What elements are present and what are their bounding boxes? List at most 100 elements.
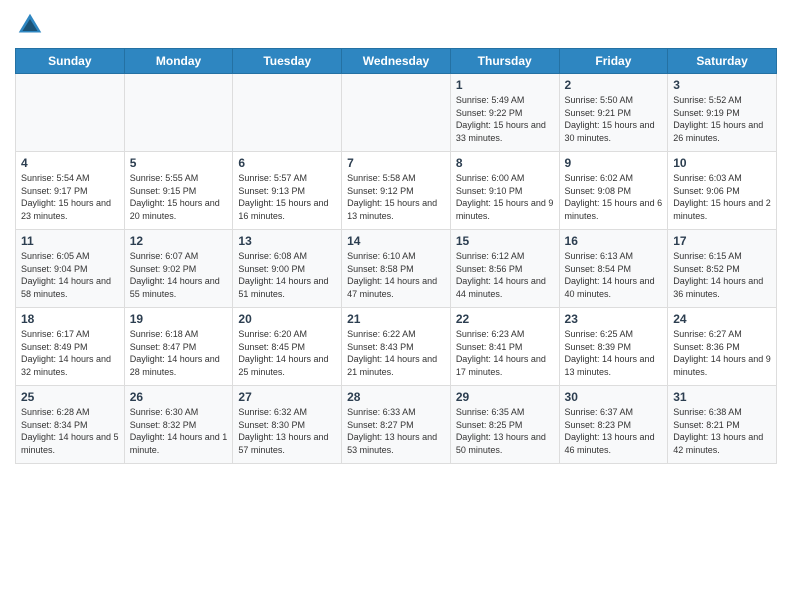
day-number: 3 <box>673 78 771 92</box>
calendar-cell: 28 Sunrise: 6:33 AM Sunset: 8:27 PM Dayli… <box>342 386 451 464</box>
day-info: Sunrise: 6:10 AM Sunset: 8:58 PM Dayligh… <box>347 250 445 300</box>
day-number: 6 <box>238 156 336 170</box>
weekday-header: Saturday <box>668 49 777 74</box>
day-number: 2 <box>565 78 663 92</box>
day-info: Sunrise: 6:12 AM Sunset: 8:56 PM Dayligh… <box>456 250 554 300</box>
calendar-cell: 25 Sunrise: 6:28 AM Sunset: 8:34 PM Dayli… <box>16 386 125 464</box>
day-info: Sunrise: 6:28 AM Sunset: 8:34 PM Dayligh… <box>21 406 119 456</box>
day-info: Sunrise: 5:58 AM Sunset: 9:12 PM Dayligh… <box>347 172 445 222</box>
page: SundayMondayTuesdayWednesdayThursdayFrid… <box>0 0 792 612</box>
calendar-table: SundayMondayTuesdayWednesdayThursdayFrid… <box>15 48 777 464</box>
day-number: 18 <box>21 312 119 326</box>
calendar-cell: 21 Sunrise: 6:22 AM Sunset: 8:43 PM Dayli… <box>342 308 451 386</box>
day-number: 21 <box>347 312 445 326</box>
day-info: Sunrise: 6:07 AM Sunset: 9:02 PM Dayligh… <box>130 250 228 300</box>
weekday-header: Thursday <box>450 49 559 74</box>
logo-icon <box>15 10 45 40</box>
weekday-header-row: SundayMondayTuesdayWednesdayThursdayFrid… <box>16 49 777 74</box>
calendar-week-row: 25 Sunrise: 6:28 AM Sunset: 8:34 PM Dayli… <box>16 386 777 464</box>
calendar-cell: 12 Sunrise: 6:07 AM Sunset: 9:02 PM Dayli… <box>124 230 233 308</box>
day-info: Sunrise: 6:08 AM Sunset: 9:00 PM Dayligh… <box>238 250 336 300</box>
calendar-cell: 23 Sunrise: 6:25 AM Sunset: 8:39 PM Dayli… <box>559 308 668 386</box>
day-number: 26 <box>130 390 228 404</box>
calendar-cell <box>124 74 233 152</box>
day-number: 14 <box>347 234 445 248</box>
day-number: 10 <box>673 156 771 170</box>
weekday-header: Tuesday <box>233 49 342 74</box>
day-number: 11 <box>21 234 119 248</box>
day-info: Sunrise: 5:49 AM Sunset: 9:22 PM Dayligh… <box>456 94 554 144</box>
day-info: Sunrise: 6:30 AM Sunset: 8:32 PM Dayligh… <box>130 406 228 456</box>
day-number: 27 <box>238 390 336 404</box>
day-number: 12 <box>130 234 228 248</box>
day-number: 31 <box>673 390 771 404</box>
calendar-cell: 16Sunrise: 6:13 AM Sunset: 8:54 PM Dayli… <box>559 230 668 308</box>
day-info: Sunrise: 6:18 AM Sunset: 8:47 PM Dayligh… <box>130 328 228 378</box>
calendar-cell: 9Sunrise: 6:02 AM Sunset: 9:08 PM Daylig… <box>559 152 668 230</box>
calendar-cell: 31 Sunrise: 6:38 AM Sunset: 8:21 PM Dayli… <box>668 386 777 464</box>
day-info: Sunrise: 5:55 AM Sunset: 9:15 PM Dayligh… <box>130 172 228 222</box>
day-number: 25 <box>21 390 119 404</box>
calendar-cell: 24Sunrise: 6:27 AM Sunset: 8:36 PM Dayli… <box>668 308 777 386</box>
day-info: Sunrise: 6:33 AM Sunset: 8:27 PM Dayligh… <box>347 406 445 456</box>
calendar-cell: 5 Sunrise: 5:55 AM Sunset: 9:15 PM Daylig… <box>124 152 233 230</box>
day-info: Sunrise: 6:32 AM Sunset: 8:30 PM Dayligh… <box>238 406 336 456</box>
calendar-cell: 10 Sunrise: 6:03 AM Sunset: 9:06 PM Dayli… <box>668 152 777 230</box>
calendar-cell: 30 Sunrise: 6:37 AM Sunset: 8:23 PM Dayli… <box>559 386 668 464</box>
day-number: 24 <box>673 312 771 326</box>
calendar-cell <box>233 74 342 152</box>
calendar-cell: 26 Sunrise: 6:30 AM Sunset: 8:32 PM Dayli… <box>124 386 233 464</box>
day-number: 29 <box>456 390 554 404</box>
calendar-cell: 4 Sunrise: 5:54 AM Sunset: 9:17 PM Daylig… <box>16 152 125 230</box>
day-info: Sunrise: 6:23 AM Sunset: 8:41 PM Dayligh… <box>456 328 554 378</box>
day-number: 8 <box>456 156 554 170</box>
calendar-cell: 15 Sunrise: 6:12 AM Sunset: 8:56 PM Dayli… <box>450 230 559 308</box>
weekday-header: Wednesday <box>342 49 451 74</box>
calendar-cell: 18 Sunrise: 6:17 AM Sunset: 8:49 PM Dayli… <box>16 308 125 386</box>
calendar-week-row: 18 Sunrise: 6:17 AM Sunset: 8:49 PM Dayli… <box>16 308 777 386</box>
day-number: 16 <box>565 234 663 248</box>
calendar-cell: 6Sunrise: 5:57 AM Sunset: 9:13 PM Daylig… <box>233 152 342 230</box>
day-number: 28 <box>347 390 445 404</box>
calendar-cell: 27 Sunrise: 6:32 AM Sunset: 8:30 PM Dayli… <box>233 386 342 464</box>
day-number: 23 <box>565 312 663 326</box>
day-number: 5 <box>130 156 228 170</box>
header <box>15 10 777 40</box>
day-info: Sunrise: 6:05 AM Sunset: 9:04 PM Dayligh… <box>21 250 119 300</box>
day-info: Sunrise: 6:22 AM Sunset: 8:43 PM Dayligh… <box>347 328 445 378</box>
day-info: Sunrise: 5:50 AM Sunset: 9:21 PM Dayligh… <box>565 94 663 144</box>
day-info: Sunrise: 6:03 AM Sunset: 9:06 PM Dayligh… <box>673 172 771 222</box>
calendar-week-row: 4 Sunrise: 5:54 AM Sunset: 9:17 PM Daylig… <box>16 152 777 230</box>
calendar-cell: 7 Sunrise: 5:58 AM Sunset: 9:12 PM Daylig… <box>342 152 451 230</box>
day-number: 30 <box>565 390 663 404</box>
calendar-cell: 19Sunrise: 6:18 AM Sunset: 8:47 PM Dayli… <box>124 308 233 386</box>
day-info: Sunrise: 6:15 AM Sunset: 8:52 PM Dayligh… <box>673 250 771 300</box>
day-info: Sunrise: 5:54 AM Sunset: 9:17 PM Dayligh… <box>21 172 119 222</box>
day-info: Sunrise: 6:25 AM Sunset: 8:39 PM Dayligh… <box>565 328 663 378</box>
weekday-header: Monday <box>124 49 233 74</box>
calendar-cell: 17Sunrise: 6:15 AM Sunset: 8:52 PM Dayli… <box>668 230 777 308</box>
day-info: Sunrise: 6:38 AM Sunset: 8:21 PM Dayligh… <box>673 406 771 456</box>
day-info: Sunrise: 5:52 AM Sunset: 9:19 PM Dayligh… <box>673 94 771 144</box>
logo <box>15 10 49 40</box>
day-number: 20 <box>238 312 336 326</box>
day-info: Sunrise: 6:00 AM Sunset: 9:10 PM Dayligh… <box>456 172 554 222</box>
weekday-header: Sunday <box>16 49 125 74</box>
calendar-cell: 14 Sunrise: 6:10 AM Sunset: 8:58 PM Dayli… <box>342 230 451 308</box>
calendar-cell: 3 Sunrise: 5:52 AM Sunset: 9:19 PM Daylig… <box>668 74 777 152</box>
day-number: 15 <box>456 234 554 248</box>
day-info: Sunrise: 6:37 AM Sunset: 8:23 PM Dayligh… <box>565 406 663 456</box>
calendar-week-row: 11 Sunrise: 6:05 AM Sunset: 9:04 PM Dayli… <box>16 230 777 308</box>
day-info: Sunrise: 6:17 AM Sunset: 8:49 PM Dayligh… <box>21 328 119 378</box>
day-number: 22 <box>456 312 554 326</box>
calendar-cell: 13Sunrise: 6:08 AM Sunset: 9:00 PM Dayli… <box>233 230 342 308</box>
calendar-cell: 22 Sunrise: 6:23 AM Sunset: 8:41 PM Dayli… <box>450 308 559 386</box>
calendar-cell: 1 Sunrise: 5:49 AM Sunset: 9:22 PM Daylig… <box>450 74 559 152</box>
calendar-cell <box>342 74 451 152</box>
calendar-week-row: 1 Sunrise: 5:49 AM Sunset: 9:22 PM Daylig… <box>16 74 777 152</box>
day-number: 1 <box>456 78 554 92</box>
calendar-cell: 8 Sunrise: 6:00 AM Sunset: 9:10 PM Daylig… <box>450 152 559 230</box>
weekday-header: Friday <box>559 49 668 74</box>
day-number: 7 <box>347 156 445 170</box>
day-number: 4 <box>21 156 119 170</box>
